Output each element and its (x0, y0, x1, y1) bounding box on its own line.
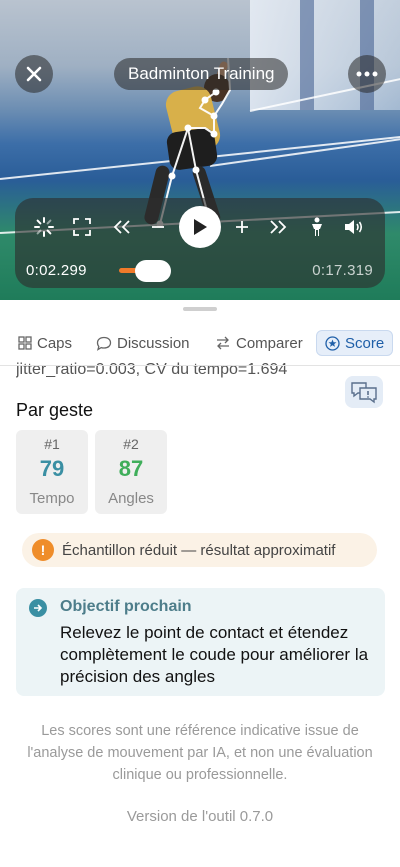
close-icon (26, 66, 42, 82)
tab-caps-label: Caps (37, 334, 73, 352)
more-button[interactable] (348, 55, 386, 93)
video-title: Badminton Training (114, 58, 289, 90)
sheet-drag-handle[interactable] (183, 307, 217, 311)
play-button[interactable] (179, 206, 221, 248)
video-player[interactable]: Badminton Training 0:02.299 0:17.319 (0, 0, 400, 300)
feedback-button[interactable] (345, 376, 383, 408)
tab-score[interactable]: Score (316, 330, 394, 356)
objective-title: Objectif prochain (60, 598, 192, 615)
double-chevron-right-icon (270, 220, 287, 234)
warning-text: Échantillon réduit — résultat approximat… (62, 541, 336, 559)
more-dots-icon (356, 71, 378, 77)
version-text: Version de l'outil 0.7.0 (126, 808, 274, 825)
double-chevron-left-icon (113, 220, 130, 234)
tab-score-label: Score (345, 334, 385, 352)
disclaimer-text: Les scores sont une référence indicative… (27, 723, 373, 783)
sample-warning: ! Échantillon réduit — résultat approxim… (22, 533, 377, 567)
gesture-label: Tempo (29, 490, 75, 507)
tab-discussion[interactable]: Discussion (96, 330, 190, 356)
gesture-card-tempo[interactable]: #1 79 Tempo (16, 430, 88, 514)
gesture-index: #2 (123, 436, 139, 452)
tab-discussion-label: Discussion (117, 334, 190, 352)
arrow-right-circle-icon (29, 599, 47, 617)
gesture-score: 87 (118, 456, 144, 481)
loading-button[interactable] (33, 216, 55, 238)
gesture-card-angles[interactable]: #2 87 Angles (95, 430, 167, 514)
objective-body: Relevez le point de contact et étendez c… (60, 623, 369, 686)
swap-arrows-icon (217, 336, 229, 350)
current-time: 0:02.299 (26, 262, 87, 279)
speaker-icon (345, 220, 363, 234)
chat-bubble-icon (96, 336, 112, 351)
slower-button[interactable] (148, 216, 168, 238)
gesture-index: #1 (44, 436, 60, 452)
metrics-line: jitter_ratio=0.003, CV du tempo=1.694 (16, 361, 288, 378)
play-icon (194, 219, 207, 235)
faster-button[interactable] (232, 216, 252, 238)
tabs-divider (0, 365, 400, 366)
fullscreen-icon (73, 218, 91, 236)
minus-icon (152, 226, 164, 228)
exclamation-icon: ! (32, 539, 54, 561)
gestures-title: Par geste (16, 400, 94, 420)
forward-button[interactable] (267, 216, 289, 238)
gesture-label: Angles (108, 490, 154, 507)
gesture-score: 79 (39, 456, 65, 481)
tab-bar: Caps Discussion Comparer Score (0, 328, 400, 358)
tab-caps[interactable]: Caps (18, 330, 72, 356)
rewind-button[interactable] (111, 216, 133, 238)
close-button[interactable] (15, 55, 53, 93)
chat-alert-icon (351, 382, 377, 404)
tab-comparer-label: Comparer (236, 334, 303, 352)
progress-handle[interactable] (135, 260, 171, 282)
pose-toggle-button[interactable] (307, 215, 327, 239)
tab-comparer[interactable]: Comparer (215, 330, 303, 356)
next-objective-card: Objectif prochain Relevez le point de co… (16, 588, 385, 696)
total-time: 0:17.319 (312, 262, 373, 279)
playback-controls: 0:02.299 0:17.319 (15, 198, 385, 288)
star-badge-icon (325, 335, 340, 351)
person-icon (312, 217, 322, 236)
volume-button[interactable] (343, 216, 365, 238)
spinner-icon (34, 217, 54, 237)
fullscreen-button[interactable] (72, 217, 92, 237)
plus-icon (236, 221, 248, 233)
grid-icon (18, 336, 32, 350)
